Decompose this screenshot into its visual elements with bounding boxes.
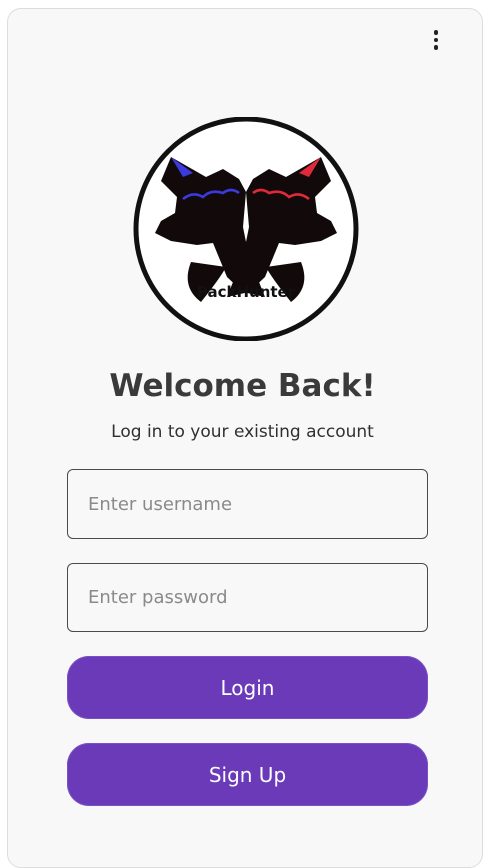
welcome-subtitle: Log in to your existing account <box>111 422 374 442</box>
more-vertical-icon <box>433 30 439 35</box>
welcome-title: Welcome Back! <box>109 368 376 404</box>
username-input[interactable] <box>67 469 428 539</box>
packhunter-logo: PackHunter <box>133 117 359 341</box>
signup-button-label: Sign Up <box>208 762 287 787</box>
signup-button[interactable]: Sign Up <box>67 743 428 806</box>
more-vertical-icon-dot <box>433 37 439 43</box>
logo-text: PackHunter <box>197 283 296 301</box>
password-input[interactable] <box>67 563 428 632</box>
login-button-label: Login <box>220 675 275 700</box>
login-button[interactable]: Login <box>67 656 428 719</box>
more-options-button[interactable] <box>426 28 446 52</box>
more-vertical-icon-dot <box>433 45 439 50</box>
